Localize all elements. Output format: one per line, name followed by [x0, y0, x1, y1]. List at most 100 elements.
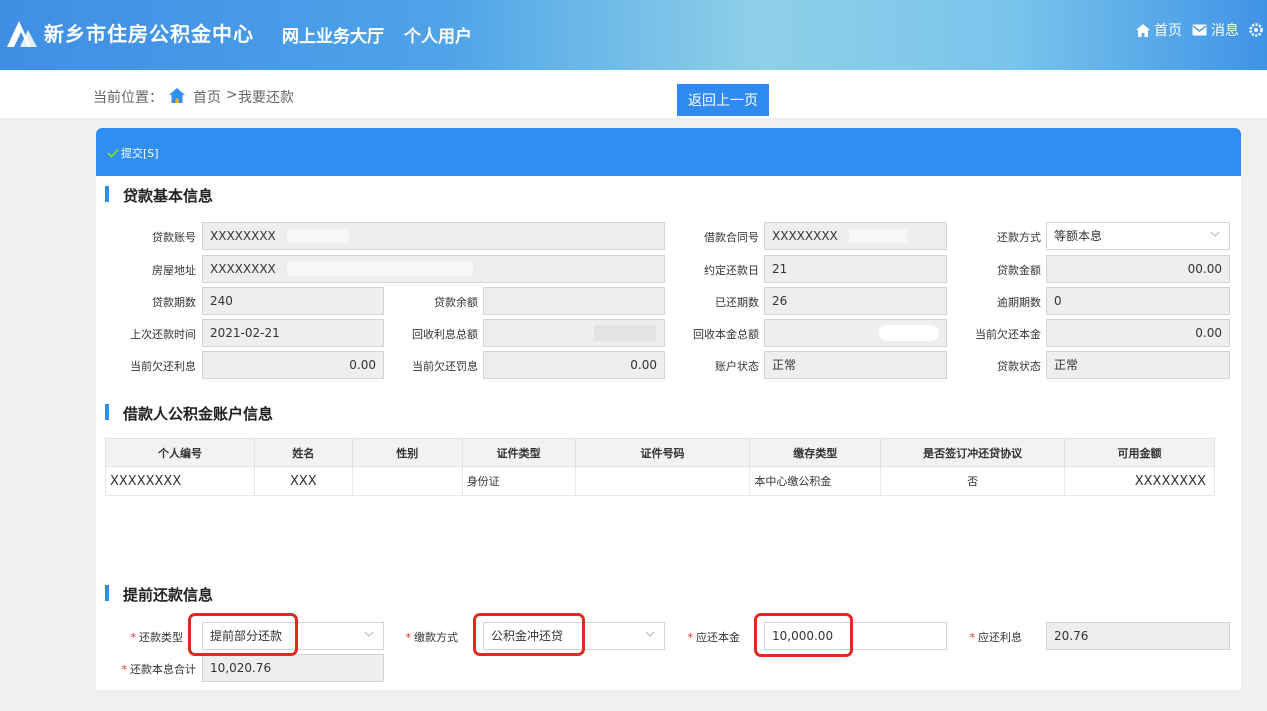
overdue-periods-field: 0 [1046, 287, 1230, 315]
table-header-row: 个人编号 姓名 性别 证件类型 证件号码 缴存类型 是否签订冲还贷协议 可用金额 [105, 438, 1215, 467]
breadcrumb-home-link[interactable]: 首页 [193, 87, 221, 107]
repay-method-label: 还款方式 [997, 231, 1041, 244]
interest-recovered-field [483, 319, 665, 347]
breadcrumb-current: 我要还款 [238, 90, 294, 106]
owed-principal-label: 当前欠还本金 [975, 328, 1041, 341]
interest-due-label-text: 应还利息 [978, 631, 1022, 644]
redaction-mask [879, 325, 939, 341]
repay-day-label: 约定还款日 [704, 264, 759, 277]
repay-method-value: 等额本息 [1054, 229, 1103, 243]
loan-basic-title: 贷款基本信息 [105, 185, 213, 206]
table-cell: 本中心缴公积金 [749, 466, 882, 496]
repay-type-label-text: 还款类型 [139, 631, 183, 644]
column-header: 个人编号 [105, 438, 255, 467]
account-status-label: 账户状态 [715, 360, 759, 373]
repay-method-select[interactable]: 等额本息 [1046, 222, 1230, 250]
account-status-field: 正常 [764, 351, 947, 379]
loan-account-field: XXXXXXXX [202, 222, 665, 250]
owed-penalty-field: 0.00 [483, 351, 665, 379]
header-home-link[interactable]: 首页 [1136, 20, 1182, 40]
home-icon [1136, 23, 1150, 37]
submit-button[interactable]: 提交[S] [107, 145, 159, 161]
total-due-label: * 还款本息合计 [96, 661, 197, 677]
last-repay-time-label: 上次还款时间 [130, 328, 196, 341]
submit-label: 提交[S] [121, 147, 159, 160]
gear-icon [1249, 23, 1263, 37]
principal-recovered-label: 回收本金总额 [693, 328, 759, 341]
loan-account-label: 贷款账号 [152, 231, 196, 244]
header-messages-link[interactable]: 消息 [1192, 20, 1239, 40]
owed-principal-field: 0.00 [1046, 319, 1230, 347]
table-cell [351, 466, 463, 496]
house-address-field: XXXXXXXX [202, 255, 665, 283]
breadcrumb-label: 当前位置： [93, 90, 163, 106]
chevron-down-icon [645, 631, 655, 637]
check-icon [107, 148, 119, 158]
required-marker: * [969, 631, 976, 644]
principal-due-label: * 应还本金 [666, 629, 741, 645]
owed-interest-label: 当前欠还利息 [130, 360, 196, 373]
column-header: 是否签订冲还贷协议 [880, 438, 1066, 467]
home-icon [169, 88, 185, 103]
chevron-down-icon [1210, 231, 1220, 237]
breadcrumb-separator: > [226, 87, 238, 103]
required-marker: * [687, 631, 694, 644]
total-due-label-text: 还款本息合计 [130, 663, 196, 676]
contract-no-value: XXXXXXXX [772, 229, 838, 243]
borrower-account-table: 个人编号 姓名 性别 证件类型 证件号码 缴存类型 是否签订冲还贷协议 可用金额… [105, 438, 1215, 496]
online-hall-title: 网上业务大厅 [282, 27, 384, 47]
redaction-mask [287, 262, 473, 276]
required-marker: * [121, 663, 128, 676]
repayment-panel: 提交[S] 贷款基本信息 贷款账号 XXXXXXXX 借款合同号 XXXXXXX… [96, 128, 1241, 690]
principal-recovered-field [764, 319, 947, 347]
paid-periods-label: 已还期数 [715, 296, 759, 309]
loan-amount-label: 贷款金额 [997, 264, 1041, 277]
table-cell: XXX [253, 466, 353, 496]
back-button[interactable]: 返回上一页 [677, 84, 769, 116]
total-due-field: 10,020.76 [202, 654, 384, 682]
table-cell: XXXXXXXX [105, 466, 255, 496]
paid-periods-field: 26 [764, 287, 947, 315]
header-settings-link[interactable] [1249, 20, 1267, 40]
breadcrumb-bar: 当前位置： 首页 > 我要还款 返回上一页 [0, 70, 1267, 118]
highlight-box [188, 613, 298, 656]
pay-method-label-text: 缴款方式 [414, 631, 458, 644]
prepay-info-title: 提前还款信息 [105, 584, 213, 605]
redaction-mask [287, 229, 349, 243]
redaction-mask [594, 325, 656, 341]
contract-no-label: 借款合同号 [704, 231, 759, 244]
table-cell: 身份证 [461, 466, 576, 496]
column-header: 性别 [351, 438, 463, 467]
pay-method-label: * 缴款方式 [386, 629, 459, 645]
mail-icon [1192, 24, 1207, 36]
loan-balance-label: 贷款余额 [434, 296, 478, 309]
header-messages-label: 消息 [1211, 23, 1239, 39]
site-title: 新乡市住房公积金中心 [44, 22, 254, 46]
column-header: 可用金额 [1064, 438, 1215, 467]
column-header: 姓名 [253, 438, 353, 467]
header-links: 首页 消息 [1136, 20, 1267, 40]
required-marker: * [405, 631, 412, 644]
highlight-box [754, 613, 853, 657]
redaction-mask [849, 229, 907, 243]
loan-periods-label: 贷款期数 [152, 296, 196, 309]
interest-due-field: 20.76 [1046, 622, 1230, 650]
interest-recovered-label: 回收利息总额 [412, 328, 478, 341]
loan-balance-field [483, 287, 665, 315]
house-address-label: 房屋地址 [152, 264, 196, 277]
table-cell: 否 [880, 466, 1066, 496]
column-header: 证件号码 [574, 438, 751, 467]
loan-amount-field: 00.00 [1046, 255, 1230, 283]
overdue-periods-label: 逾期期数 [997, 296, 1041, 309]
house-address-value: XXXXXXXX [210, 262, 276, 276]
interest-due-label: * 应还利息 [948, 629, 1023, 645]
required-marker: * [130, 631, 137, 644]
table-cell: XXXXXXXX [1064, 466, 1215, 496]
loan-periods-field: 240 [202, 287, 384, 315]
chevron-down-icon [364, 631, 374, 637]
owed-penalty-label: 当前欠还罚息 [412, 360, 478, 373]
loan-account-value: XXXXXXXX [210, 229, 276, 243]
table-row[interactable]: XXXXXXXX XXX 身份证 本中心缴公积金 否 XXXXXXXX [105, 466, 1215, 496]
app-header: 新乡市住房公积金中心 网上业务大厅 个人用户 首页 消息 [0, 0, 1267, 70]
action-toolbar: 提交[S] [96, 128, 1241, 176]
